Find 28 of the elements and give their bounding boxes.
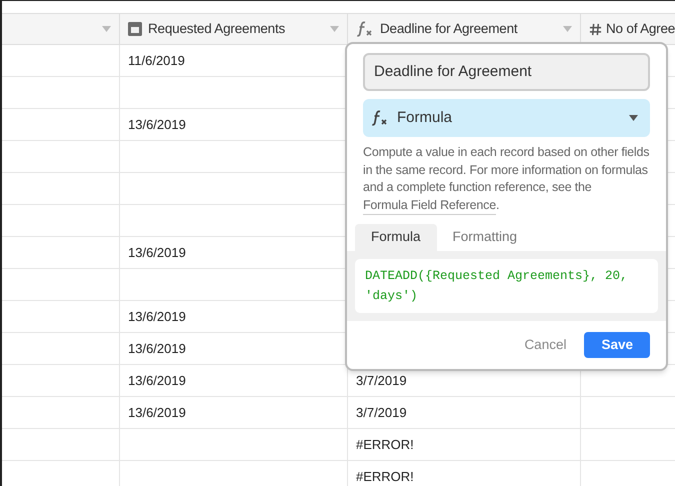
table-cell-text: 13/6/2019 [128,244,186,262]
tab[interactable]: Formula [355,224,437,251]
table-cell-text: 3/7/2019 [356,404,407,422]
table-cell-text: 3/7/2019 [356,372,407,390]
table-cell-text: 11/6/2019 [128,52,185,70]
column-label: Deadline for Agreement [380,20,518,38]
column-header[interactable]: Requested Agreements [120,14,348,44]
field-name-input[interactable]: Deadline for Agreement [363,53,650,91]
table-cell-text: 13/6/2019 [128,308,186,326]
column-label: Requested Agreements [148,20,286,38]
description-text: Compute a value in each record based on other fields in the same record. For more information on formulas and a complete function reference, see the Formula Field Reference. [363,144,650,214]
column-label: No of Agree [606,20,675,38]
table-cell-text: 13/6/2019 [128,372,186,390]
hash-icon [589,22,602,36]
table-cell-text: #ERROR! [356,436,414,454]
table-cell-text: 13/6/2019 [128,404,186,422]
caret-icon[interactable] [629,115,638,121]
calendar-icon [128,22,142,36]
function-icon [371,110,389,126]
field-type-dropdown[interactable]: Formula [363,99,650,137]
formula-editor[interactable]: DATEADD({Requested Agreements}, 20, 'days') [355,259,658,313]
table-cell-text: #ERROR! [356,468,414,486]
table-cell-text: 13/6/2019 [128,116,186,134]
function-icon [356,21,374,37]
reference-link[interactable]: Formula Field Reference [363,198,496,214]
save-button[interactable]: Save [584,332,650,358]
cancel-button[interactable]: Cancel [524,334,566,356]
table-cell-text: 13/6/2019 [128,340,186,358]
